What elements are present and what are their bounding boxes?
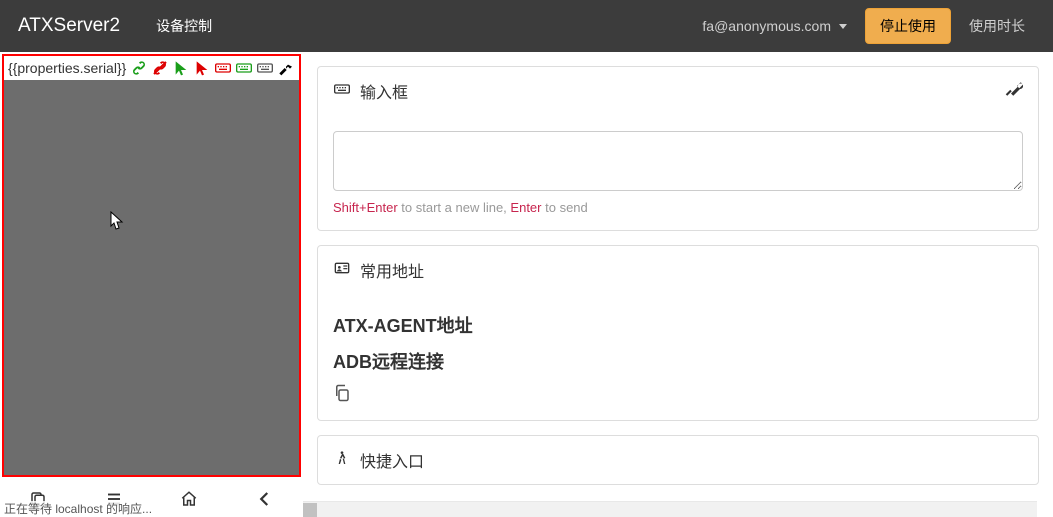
unlink-icon[interactable] xyxy=(151,59,168,77)
device-toolbar: {{properties.serial}} xyxy=(4,56,299,80)
id-card-icon xyxy=(333,260,351,281)
adb-remote-label: ADB远程连接 xyxy=(333,348,1023,374)
panel-addresses: 常用地址 ATX-AGENT地址 ADB远程连接 xyxy=(317,245,1039,421)
keyboard-red-icon[interactable] xyxy=(215,59,232,77)
keyboard-gray-icon[interactable] xyxy=(257,59,274,77)
chevron-down-icon xyxy=(839,24,847,29)
device-serial: {{properties.serial}} xyxy=(8,60,126,76)
panel-quick-entry-title: 快捷入口 xyxy=(360,448,424,472)
navbar: ATXServer2 设备控制 fa@anonymous.com 停止使用 使用… xyxy=(0,0,1053,52)
tools-icon[interactable] xyxy=(1005,80,1023,103)
device-control-link[interactable]: 设备控制 xyxy=(140,16,222,36)
cursor-green-icon[interactable] xyxy=(172,59,189,77)
status-bar: 正在等待 localhost 的响应... xyxy=(0,501,156,517)
panel-addresses-title: 常用地址 xyxy=(360,258,424,282)
panel-quick-entry-header: 快捷入口 xyxy=(318,436,1038,484)
copy-icon[interactable] xyxy=(333,389,351,405)
input-help-text: Shift+Enter to start a new line, Enter t… xyxy=(333,200,1023,215)
right-pane[interactable]: 输入框 Shift+Enter to start a new line, Ent… xyxy=(303,52,1053,517)
keyboard-green-icon[interactable] xyxy=(236,59,253,77)
horizontal-scrollbar[interactable] xyxy=(303,501,1037,517)
stop-using-button[interactable]: 停止使用 xyxy=(865,8,951,44)
kbd-enter: Enter xyxy=(510,200,541,215)
panel-addresses-body: ATX-AGENT地址 ADB远程连接 xyxy=(318,295,1038,420)
keyboard-icon xyxy=(333,81,351,102)
panel-addresses-header: 常用地址 xyxy=(318,246,1038,295)
atx-agent-address-label: ATX-AGENT地址 xyxy=(333,312,1023,338)
device-screen[interactable] xyxy=(4,80,299,475)
cursor-red-icon[interactable] xyxy=(194,59,211,77)
main: {{properties.serial}} xyxy=(0,52,1053,517)
person-walk-icon xyxy=(333,450,351,471)
panel-input-body: Shift+Enter to start a new line, Enter t… xyxy=(318,116,1038,230)
panel-quick-entry: 快捷入口 xyxy=(317,435,1039,485)
kbd-shift-enter: Shift+Enter xyxy=(333,200,398,215)
mouse-cursor-icon xyxy=(110,211,124,231)
left-pane: {{properties.serial}} xyxy=(0,52,303,517)
device-box: {{properties.serial}} xyxy=(2,54,301,477)
right-wrap: 输入框 Shift+Enter to start a new line, Ent… xyxy=(303,52,1053,517)
back-button[interactable] xyxy=(253,487,277,511)
brand-title[interactable]: ATXServer2 xyxy=(18,15,120,37)
panel-input: 输入框 Shift+Enter to start a new line, Ent… xyxy=(317,66,1039,231)
device-control-label: 设备控制 xyxy=(156,16,212,36)
hammer-icon[interactable] xyxy=(278,59,295,77)
text-input[interactable] xyxy=(333,131,1023,191)
usage-duration-label: 使用时长 xyxy=(959,16,1035,36)
panel-input-title: 输入框 xyxy=(360,79,408,103)
link-icon[interactable] xyxy=(130,59,147,77)
user-email: fa@anonymous.com xyxy=(702,18,831,34)
panel-input-header: 输入框 xyxy=(318,67,1038,116)
home-button[interactable] xyxy=(177,487,201,511)
user-menu[interactable]: fa@anonymous.com xyxy=(692,18,857,34)
